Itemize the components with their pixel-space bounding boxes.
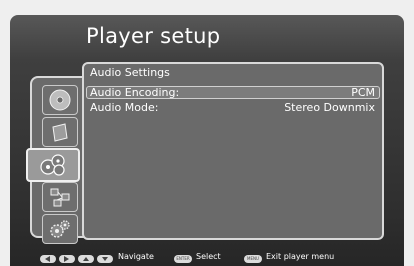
navigate-hint: Navigate: [118, 252, 154, 261]
exit-menu-hint: Exit player menu: [266, 252, 335, 261]
network-icon: [50, 188, 70, 207]
audio-settings-panel: Audio Settings Audio Encoding: PCM Audio…: [82, 62, 384, 240]
left-arrow-key-icon: [40, 255, 56, 263]
audio-encoding-row[interactable]: Audio Encoding: PCM: [86, 86, 380, 99]
panel-title: Audio Settings: [90, 66, 170, 79]
enter-key-icon: ENTER: [174, 255, 192, 263]
sidebar-item-disc[interactable]: [42, 85, 78, 115]
sidebar-item-system[interactable]: [42, 214, 78, 244]
up-arrow-key-icon: [78, 255, 94, 263]
audio-settings-icon: [40, 154, 65, 176]
category-sidebar: [26, 76, 84, 244]
disc-icon: [49, 89, 71, 111]
audio-mode-row[interactable]: Audio Mode: Stereo Downmix: [86, 101, 380, 114]
audio-encoding-label: Audio Encoding:: [90, 86, 180, 99]
audio-mode-value: Stereo Downmix: [284, 101, 375, 114]
sidebar-item-audio[interactable]: [26, 148, 80, 182]
page-title: Player setup: [86, 24, 221, 48]
audio-mode-label: Audio Mode:: [90, 101, 159, 114]
audio-encoding-value: PCM: [351, 86, 375, 99]
menu-key-icon: MENU: [244, 255, 262, 263]
gears-icon: [50, 220, 70, 238]
sidebar-item-display[interactable]: [42, 117, 78, 147]
down-arrow-key-icon: [97, 255, 113, 263]
select-hint: Select: [196, 252, 221, 261]
display-icon: [52, 123, 68, 142]
right-arrow-key-icon: [59, 255, 75, 263]
sidebar-item-network[interactable]: [42, 182, 78, 212]
